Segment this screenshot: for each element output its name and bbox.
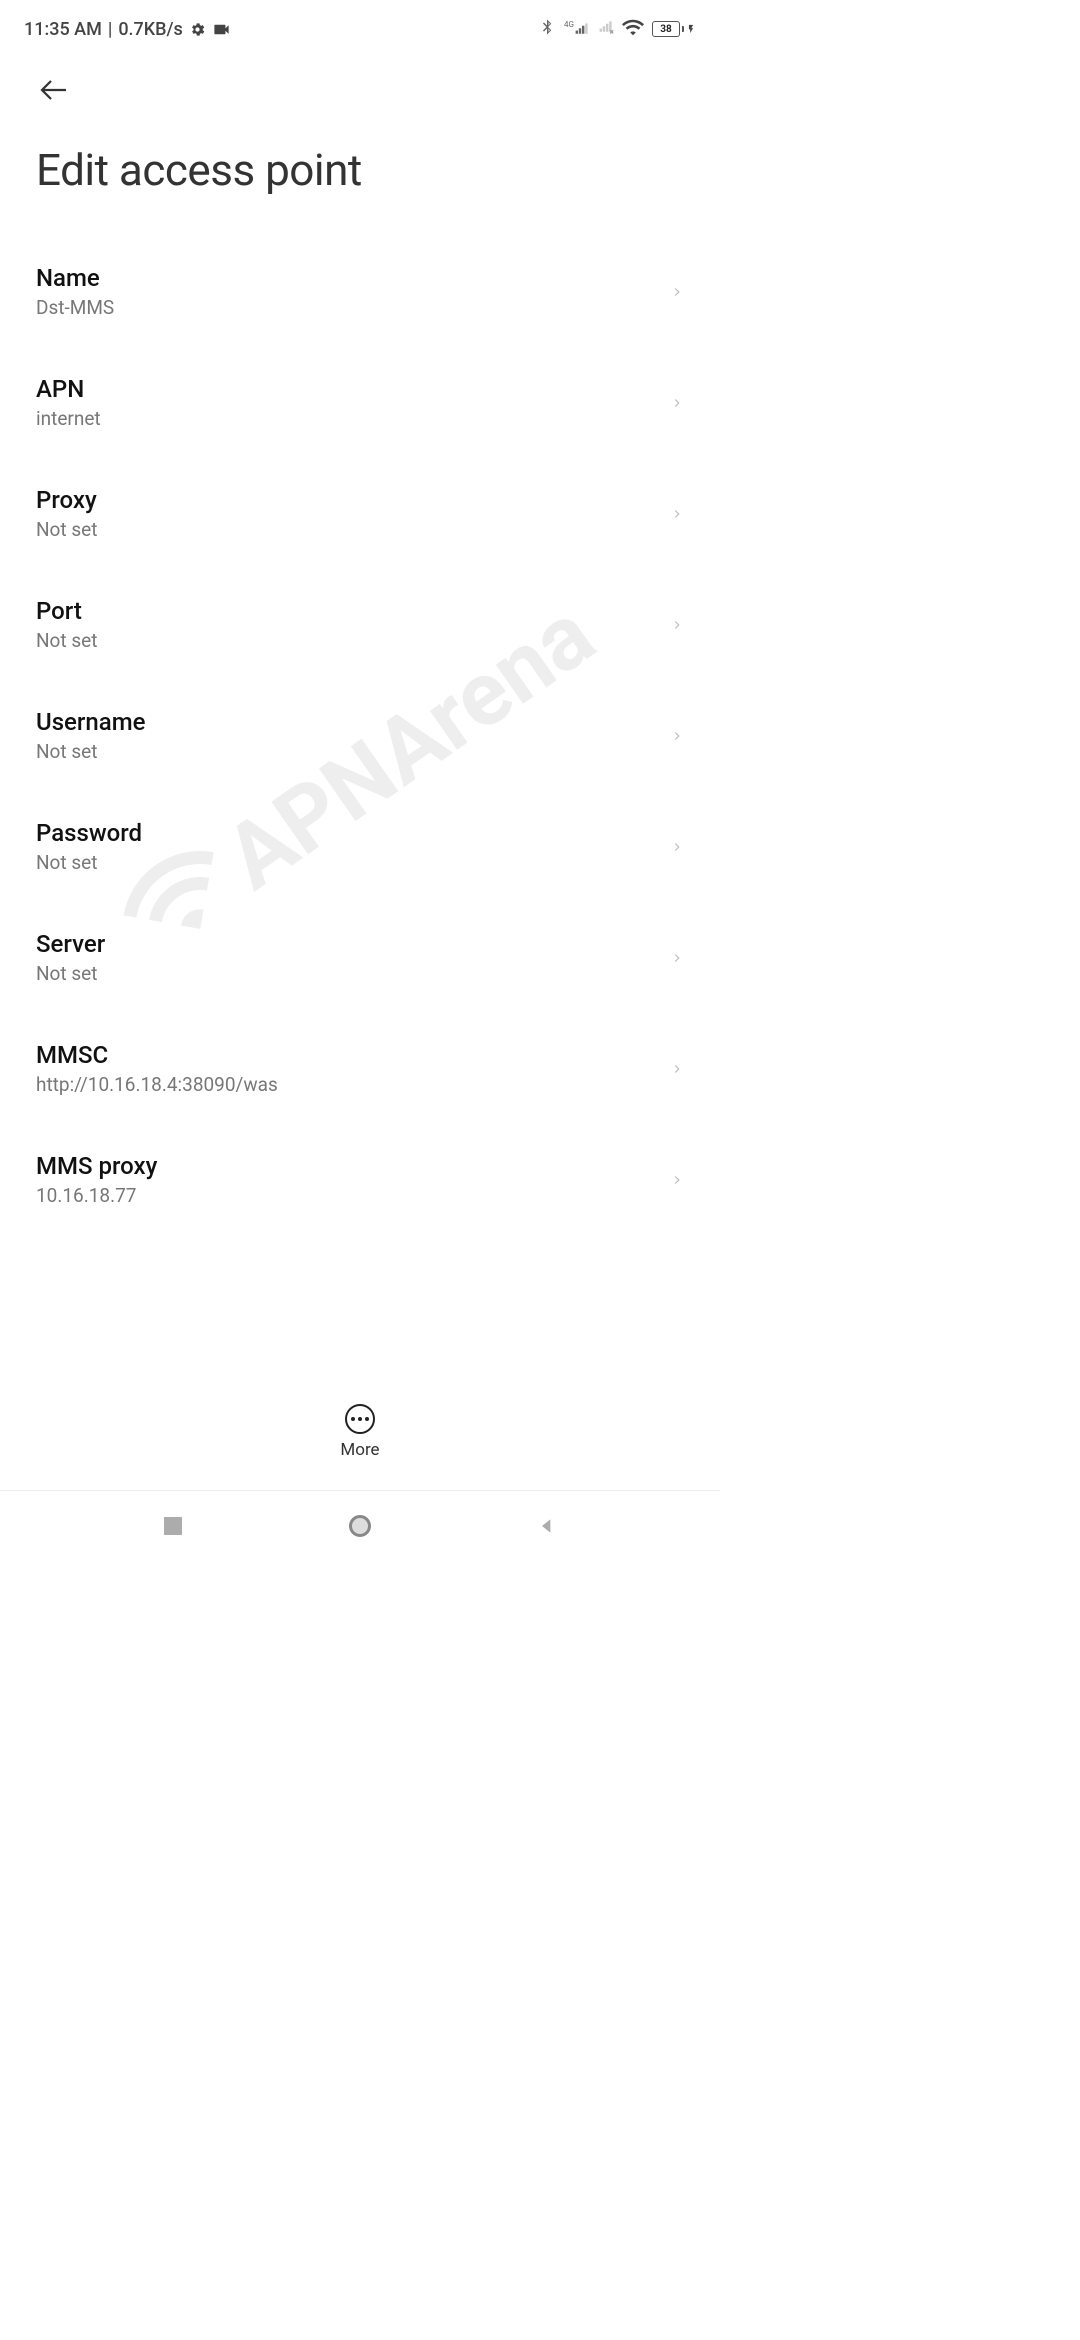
page-title: Edit access point: [36, 144, 684, 196]
setting-value: Not set: [36, 962, 105, 985]
nav-home-button[interactable]: [348, 1514, 372, 1538]
more-label: More: [340, 1440, 379, 1460]
setting-row-apn[interactable]: APN internet: [36, 347, 684, 458]
status-speed: 0.7KB/s: [118, 19, 183, 40]
setting-value: internet: [36, 407, 101, 430]
settings-list: Name Dst-MMS APN internet Proxy Not set …: [0, 236, 720, 1215]
setting-row-username[interactable]: Username Not set: [36, 680, 684, 791]
signal-nosim-icon: [598, 19, 614, 40]
more-button[interactable]: [345, 1404, 375, 1434]
nav-recents-button[interactable]: [161, 1514, 185, 1538]
bottom-action-bar: More: [0, 1404, 720, 1460]
chevron-right-icon: [670, 840, 684, 854]
navigation-bar: [0, 1490, 720, 1560]
chevron-right-icon: [670, 507, 684, 521]
setting-value: Not set: [36, 740, 145, 763]
chevron-right-icon: [670, 951, 684, 965]
back-button[interactable]: [36, 72, 72, 108]
status-time: 11:35 AM: [24, 19, 102, 40]
status-bar: 11:35 AM | 0.7KB/s 4G 38: [0, 0, 720, 48]
setting-label: Password: [36, 819, 142, 847]
setting-row-mms-proxy[interactable]: MMS proxy 10.16.18.77: [36, 1124, 684, 1215]
setting-label: Port: [36, 597, 97, 625]
setting-row-proxy[interactable]: Proxy Not set: [36, 458, 684, 569]
setting-label: Proxy: [36, 486, 97, 514]
setting-value: 10.16.18.77: [36, 1184, 157, 1207]
setting-label: APN: [36, 375, 101, 403]
gear-icon: [189, 21, 206, 38]
bluetooth-icon: [538, 18, 556, 41]
chevron-right-icon: [670, 396, 684, 410]
wifi-icon: [622, 16, 644, 43]
signal-4g-icon: 4G: [564, 21, 590, 37]
setting-label: Name: [36, 264, 114, 292]
setting-value: Not set: [36, 629, 97, 652]
chevron-right-icon: [670, 1173, 684, 1187]
setting-value: http://10.16.18.4:38090/was: [36, 1073, 278, 1096]
setting-row-server[interactable]: Server Not set: [36, 902, 684, 1013]
chevron-right-icon: [670, 285, 684, 299]
battery-icon: 38: [652, 21, 696, 37]
setting-value: Not set: [36, 518, 97, 541]
setting-row-name[interactable]: Name Dst-MMS: [36, 236, 684, 347]
chevron-right-icon: [670, 618, 684, 632]
setting-value: Dst-MMS: [36, 296, 114, 319]
setting-label: MMSC: [36, 1041, 278, 1069]
setting-value: Not set: [36, 851, 142, 874]
video-icon: [212, 20, 231, 39]
setting-label: Username: [36, 708, 145, 736]
setting-row-mmsc[interactable]: MMSC http://10.16.18.4:38090/was: [36, 1013, 684, 1124]
chevron-right-icon: [670, 729, 684, 743]
setting-label: MMS proxy: [36, 1152, 157, 1180]
setting-label: Server: [36, 930, 105, 958]
setting-row-port[interactable]: Port Not set: [36, 569, 684, 680]
nav-back-button[interactable]: [535, 1514, 559, 1538]
chevron-right-icon: [670, 1062, 684, 1076]
setting-row-password[interactable]: Password Not set: [36, 791, 684, 902]
